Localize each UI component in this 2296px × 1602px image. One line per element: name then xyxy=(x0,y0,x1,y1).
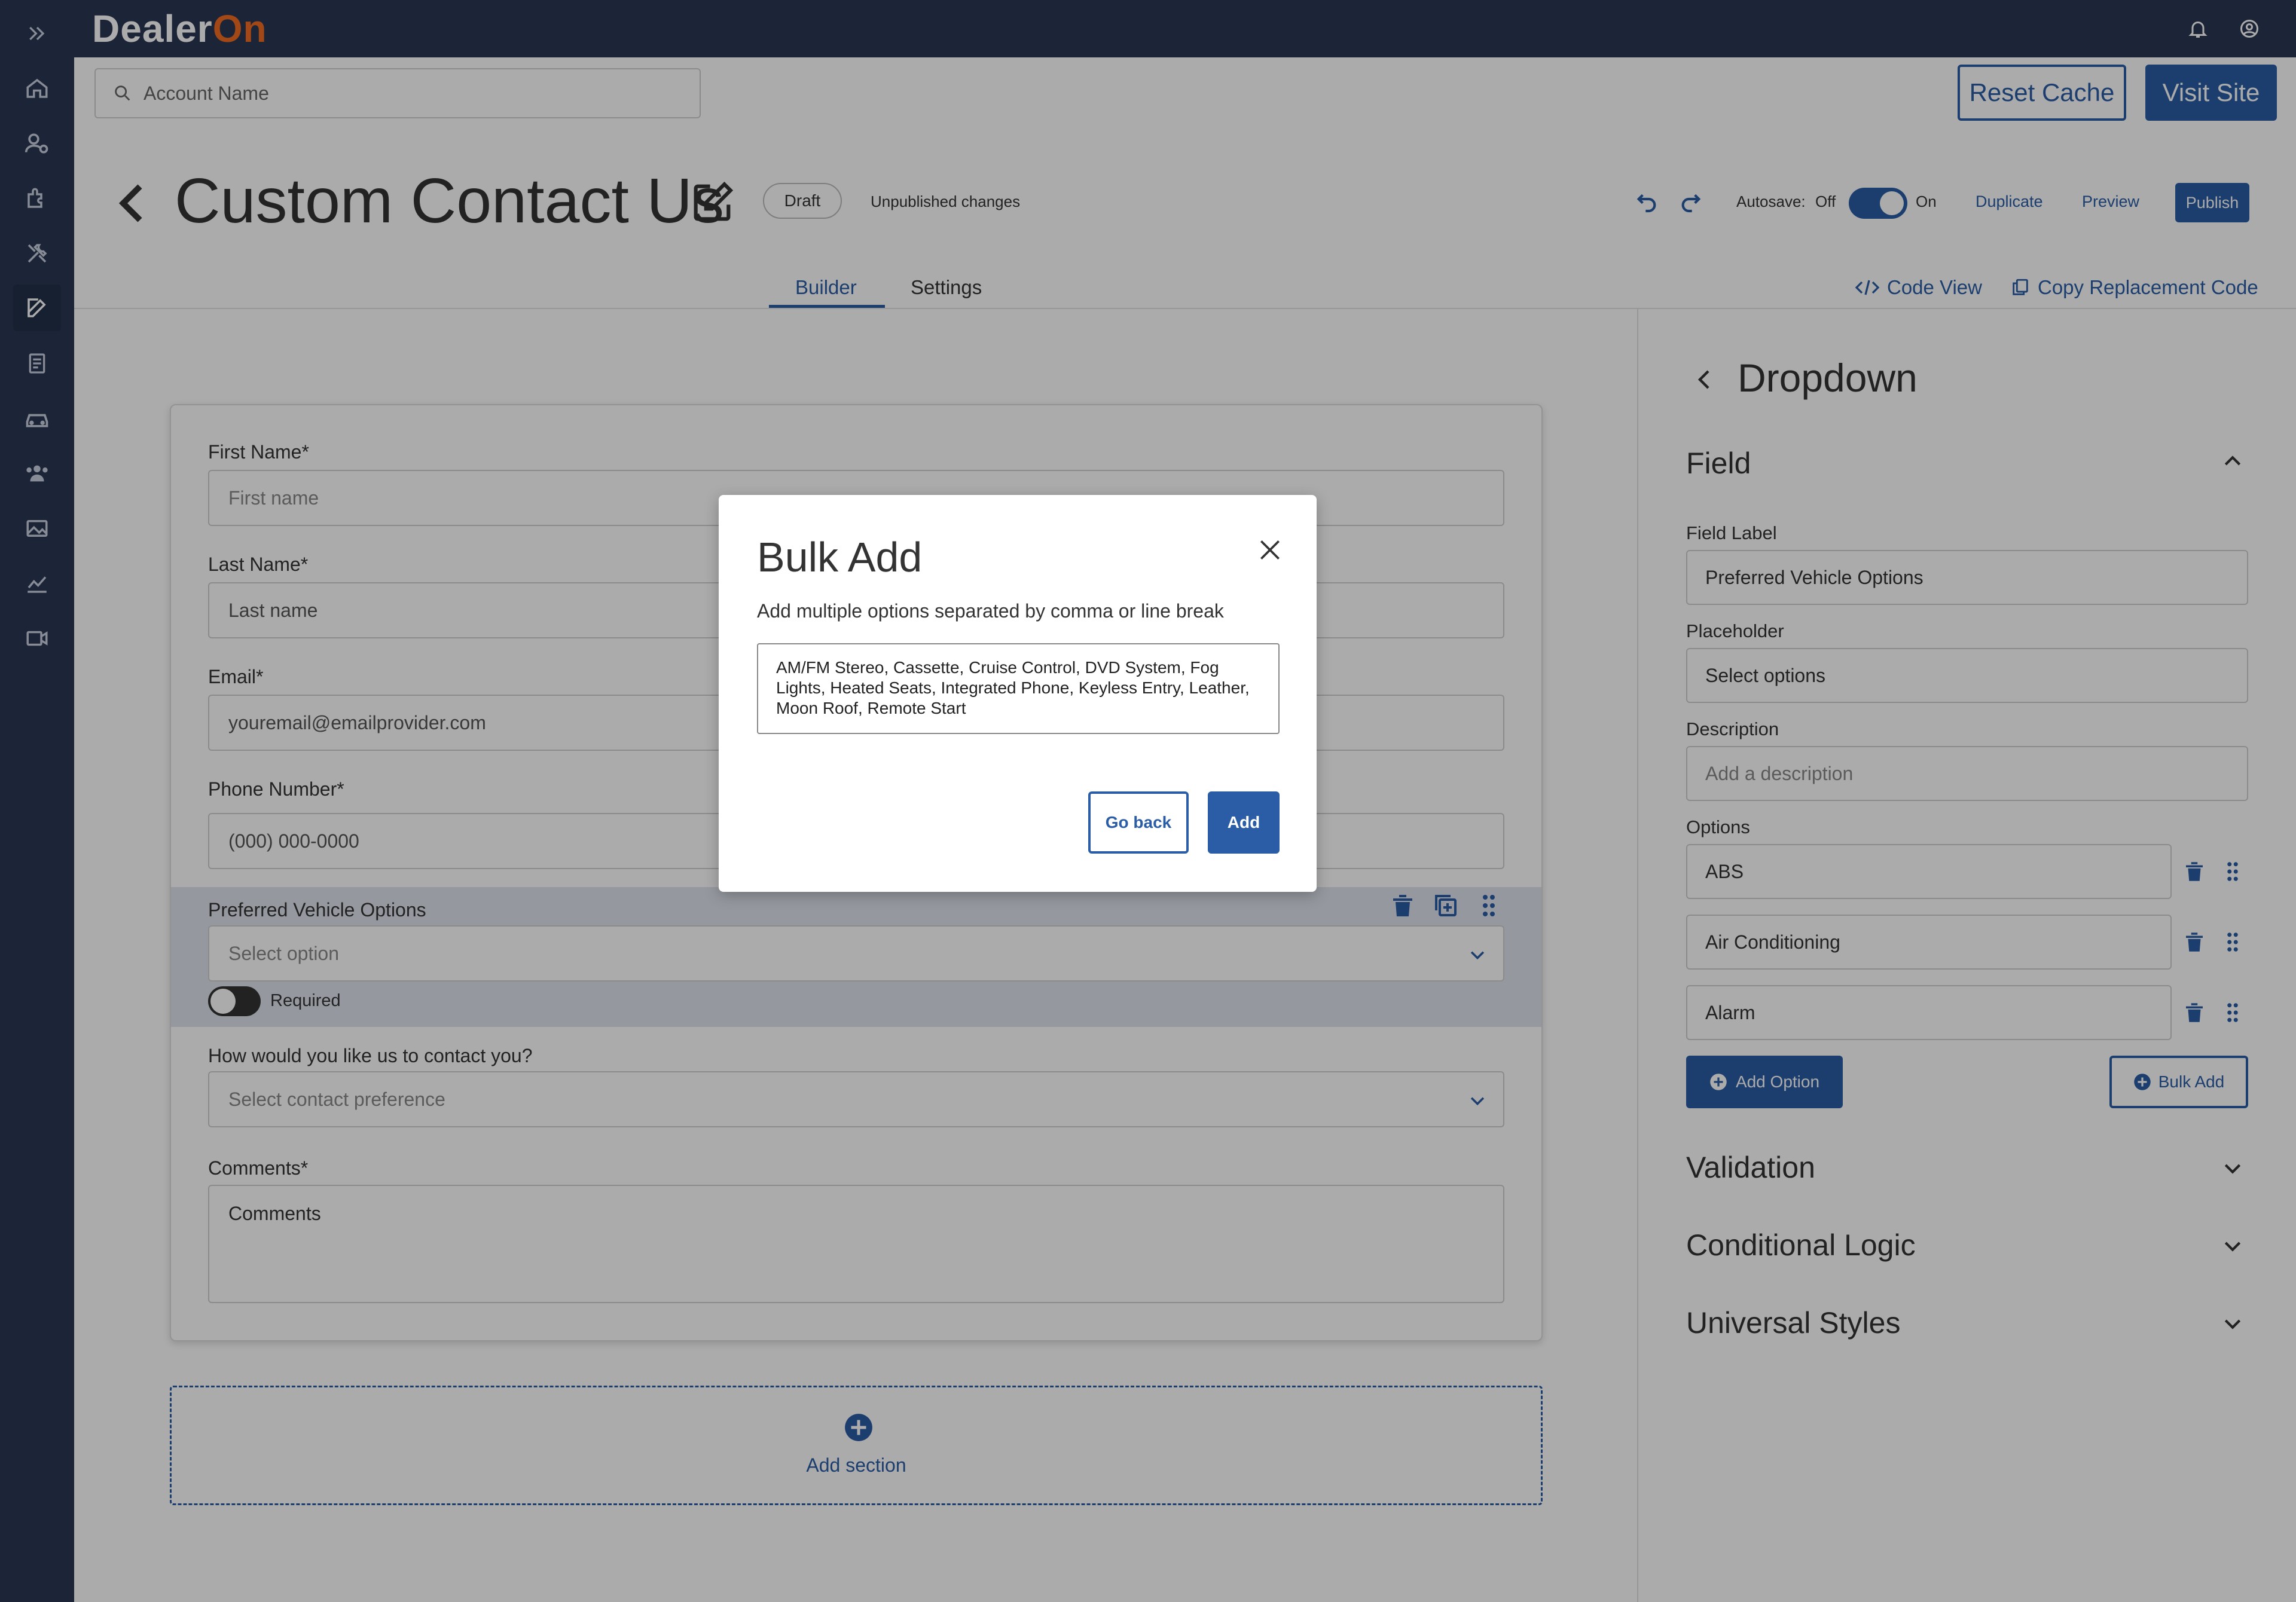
close-icon[interactable] xyxy=(1253,533,1287,567)
textarea-line: Lights, Heated Seats, Integrated Phone, … xyxy=(776,678,1250,697)
modal-subtitle: Add multiple options separated by comma … xyxy=(757,600,1224,622)
add-button[interactable]: Add xyxy=(1208,791,1280,854)
modal-title: Bulk Add xyxy=(757,534,923,580)
bulk-add-modal: Bulk Add Add multiple options separated … xyxy=(719,495,1317,892)
go-back-button[interactable]: Go back xyxy=(1088,791,1189,854)
textarea-line: AM/FM Stereo, Cassette, Cruise Control, … xyxy=(776,658,1219,677)
bulk-options-textarea[interactable]: AM/FM Stereo, Cassette, Cruise Control, … xyxy=(757,643,1280,734)
textarea-line: Moon Roof, Remote Start xyxy=(776,699,966,717)
